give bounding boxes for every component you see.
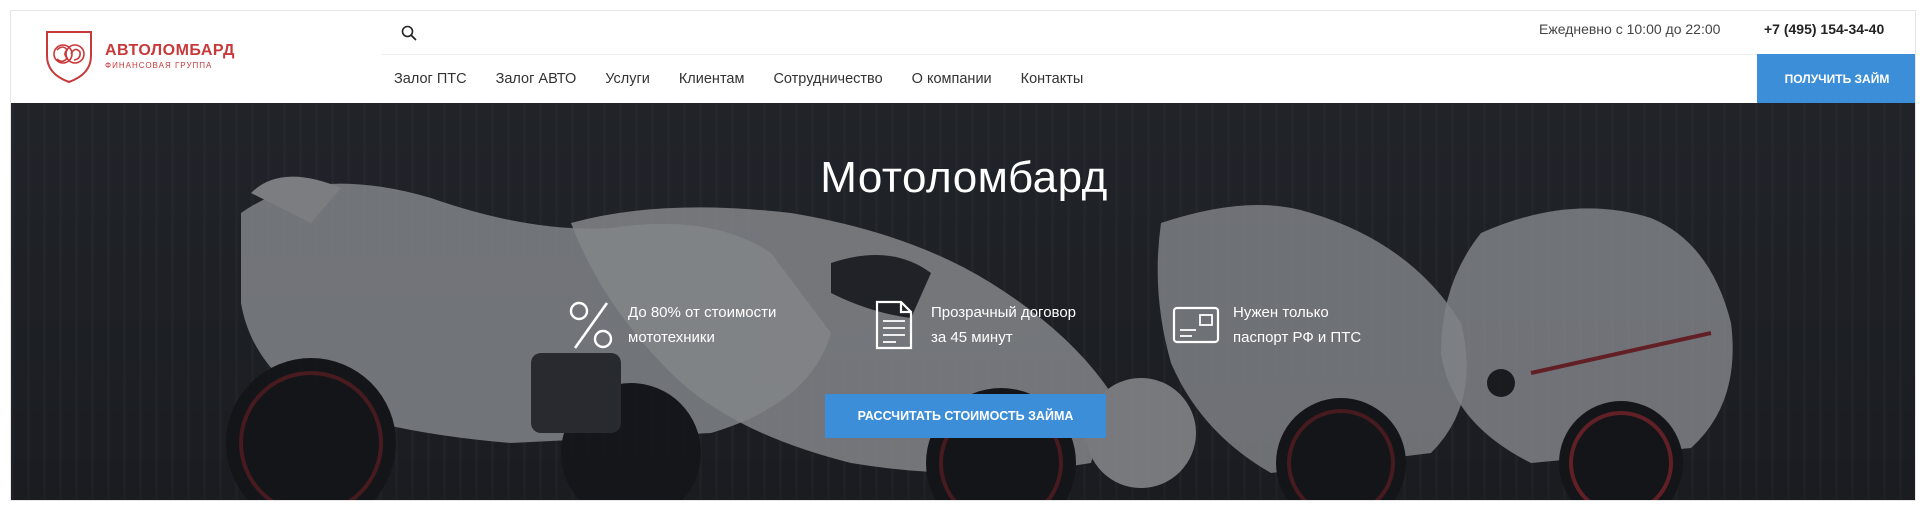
nav-item-o-kompanii[interactable]: О компании — [912, 71, 992, 87]
search-button[interactable] — [395, 19, 423, 47]
feature-line-1: До 80% от стоимости — [628, 304, 777, 321]
id-card-icon — [1171, 297, 1221, 353]
feature-line-2: за 45 минут — [931, 329, 1013, 346]
brand-subtitle: ФИНАНСОВАЯ ГРУППА — [105, 61, 213, 70]
percent-icon — [566, 297, 616, 353]
get-loan-button[interactable]: ПОЛУЧИТЬ ЗАЙМ — [1757, 54, 1915, 103]
nav-item-klientam[interactable]: Клиентам — [679, 71, 745, 87]
nav-item-sotrudnichestvo[interactable]: Сотрудничество — [773, 71, 882, 87]
phone-link[interactable]: +7 (495) 154-34-40 — [1764, 19, 1884, 39]
nav-item-uslugi[interactable]: Услуги — [605, 71, 650, 87]
feature-item: До 80% от стоимости мототехники — [566, 297, 798, 353]
feature-item: Прозрачный договор за 45 минут — [869, 297, 1101, 353]
feature-line-1: Нужен только — [1233, 304, 1329, 321]
page-title: Мотоломбард — [820, 153, 1108, 202]
brand-name: АВТОЛОМБАРД — [105, 42, 235, 59]
hero-banner: Мотоломбард До 80% от стоимости мототехн… — [11, 103, 1915, 500]
logo[interactable]: АВТОЛОМБАРД ФИНАНСОВАЯ ГРУППА — [41, 26, 251, 86]
main-nav: Залог ПТС Залог АВТО Услуги Клиентам Сот… — [394, 67, 1083, 91]
document-icon — [869, 297, 919, 353]
feature-line-1: Прозрачный договор — [931, 304, 1077, 321]
feature-line-2: мототехники — [628, 329, 715, 346]
nav-item-kontakty[interactable]: Контакты — [1021, 71, 1084, 87]
calculate-loan-button[interactable]: РАССЧИТАТЬ СТОИМОСТЬ ЗАЙМА — [825, 394, 1106, 438]
working-hours: Ежедневно с 10:00 до 22:00 — [1539, 21, 1721, 37]
feature-line-2: паспорт РФ и ПТС — [1233, 329, 1362, 346]
header-divider — [381, 54, 1915, 55]
nav-item-zalog-pts[interactable]: Залог ПТС — [394, 71, 467, 87]
logo-shield-icon — [46, 31, 92, 84]
site-header: АВТОЛОМБАРД ФИНАНСОВАЯ ГРУППА Ежедневно … — [11, 11, 1915, 103]
page-frame: АВТОЛОМБАРД ФИНАНСОВАЯ ГРУППА Ежедневно … — [10, 10, 1916, 501]
nav-item-zalog-avto[interactable]: Залог АВТО — [496, 71, 577, 87]
search-icon — [401, 25, 417, 41]
feature-item: Нужен только паспорт РФ и ПТС — [1171, 297, 1403, 353]
